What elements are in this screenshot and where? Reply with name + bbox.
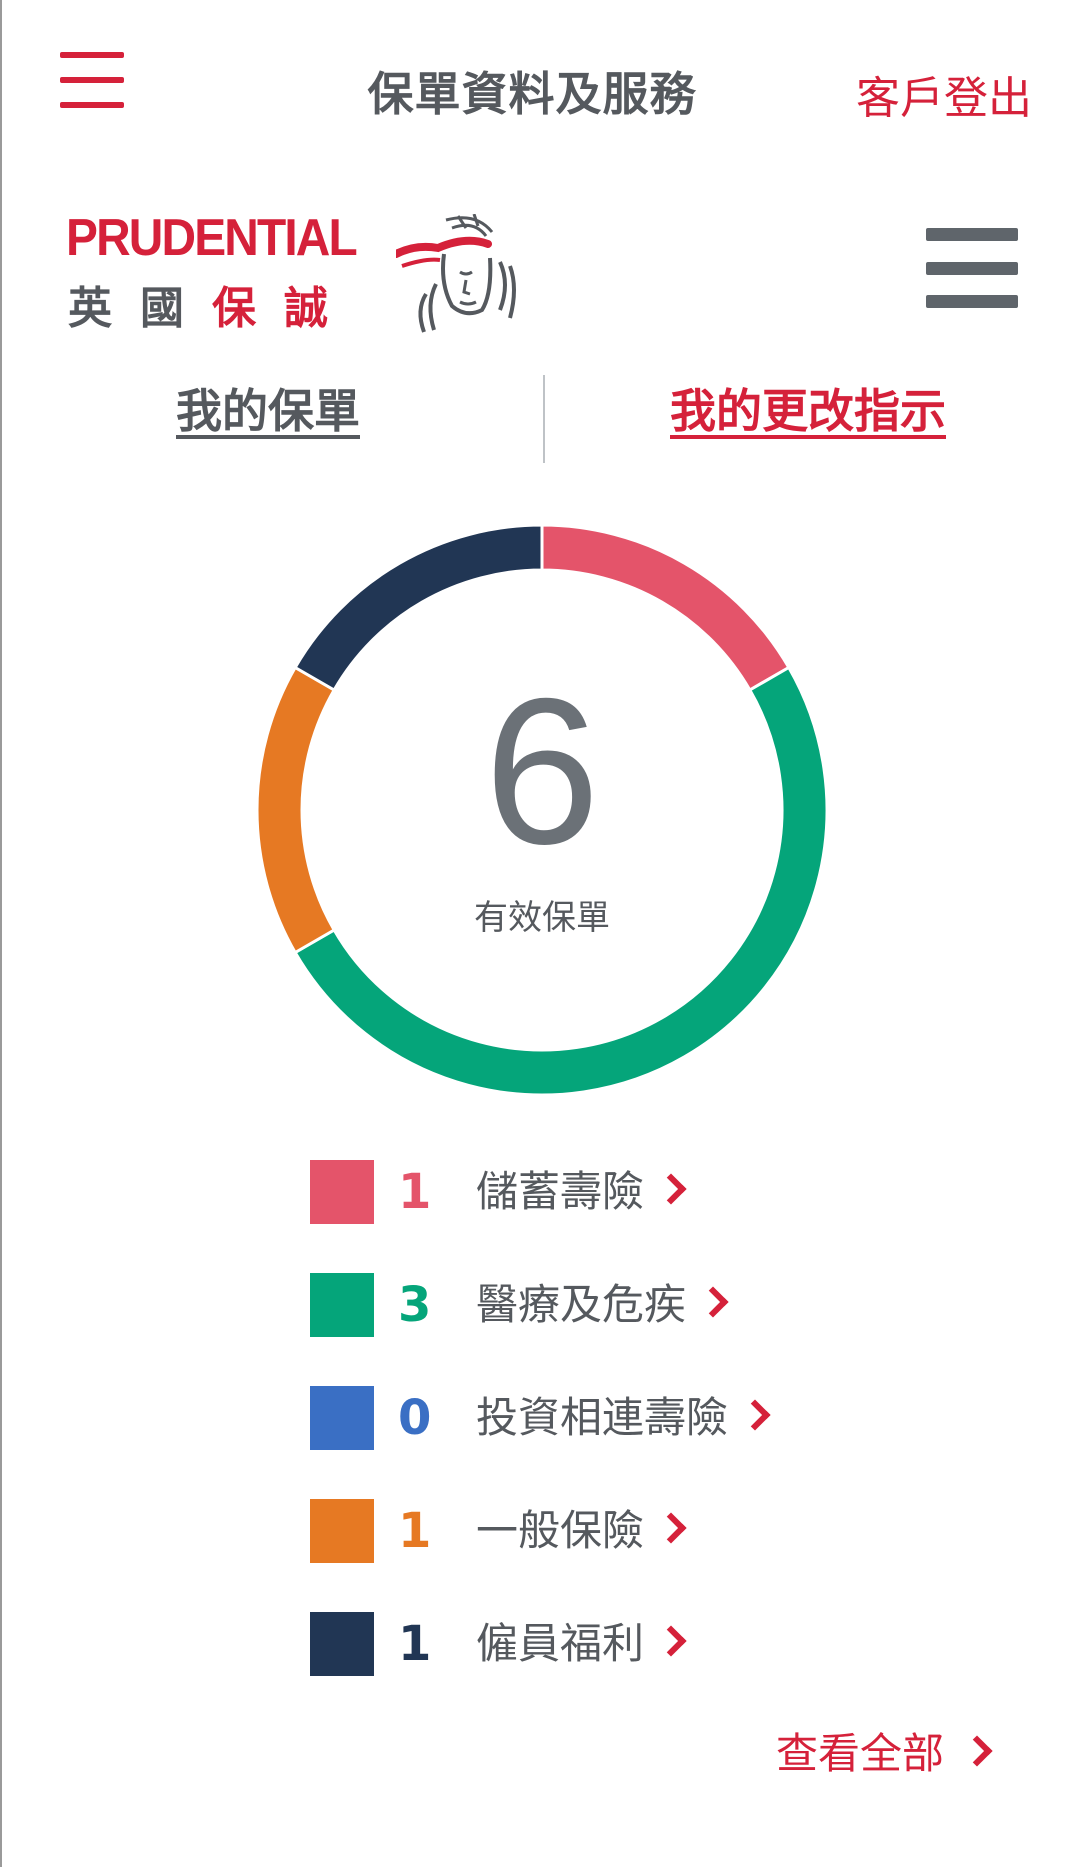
prudential-logo[interactable]: PRUDENTIAL 英國保誠 bbox=[66, 208, 536, 338]
legend-swatch bbox=[310, 1386, 374, 1450]
logout-link[interactable]: 客戶登出 bbox=[856, 62, 1032, 126]
chevron-right-icon bbox=[655, 1172, 687, 1205]
legend-item-medical[interactable]: 3 醫療及危疾 bbox=[310, 1273, 1010, 1337]
policy-donut-chart: 6 有效保單 bbox=[252, 520, 832, 1100]
legend-label-text: 醫療及危疾 bbox=[476, 1280, 687, 1329]
tab-divider bbox=[543, 375, 545, 463]
legend-item-general-insurance[interactable]: 1 一般保險 bbox=[310, 1499, 1010, 1563]
legend-label: 僱員福利 bbox=[476, 1618, 687, 1670]
menu-icon[interactable] bbox=[60, 52, 124, 108]
brand-chinese-grey: 英國 bbox=[68, 283, 212, 334]
legend-swatch bbox=[310, 1612, 374, 1676]
brand-chinese-name: 英國保誠 bbox=[68, 272, 356, 336]
legend-count: 3 bbox=[398, 1277, 432, 1333]
legend-count: 1 bbox=[398, 1616, 432, 1672]
policy-legend: 1 儲蓄壽險 3 醫療及危疾 0 投資相連壽險 1 一般保險 1 僱員福利 bbox=[310, 1160, 1010, 1725]
legend-count: 0 bbox=[398, 1390, 432, 1446]
secondary-menu-icon[interactable] bbox=[926, 228, 1018, 308]
chevron-right-icon bbox=[961, 1734, 993, 1767]
legend-label-text: 僱員福利 bbox=[476, 1619, 645, 1668]
chevron-right-icon bbox=[739, 1398, 771, 1431]
legend-item-savings[interactable]: 1 儲蓄壽險 bbox=[310, 1160, 1010, 1224]
total-policies-count: 6 bbox=[484, 656, 600, 888]
view-all-link[interactable]: 查看全部 bbox=[775, 1720, 993, 1781]
tab-bar: 我的保單 我的更改指示 bbox=[2, 375, 1080, 465]
legend-label-text: 投資相連壽險 bbox=[476, 1393, 729, 1442]
chevron-right-icon bbox=[655, 1511, 687, 1544]
legend-swatch bbox=[310, 1273, 374, 1337]
brand-name: PRUDENTIAL bbox=[66, 209, 358, 267]
chevron-right-icon bbox=[697, 1285, 729, 1318]
top-bar: 保單資料及服務 客戶登出 bbox=[2, 0, 1080, 180]
view-all-label: 查看全部 bbox=[775, 1729, 944, 1778]
tab-my-policies[interactable]: 我的保單 bbox=[176, 375, 360, 441]
tab-my-change-instructions[interactable]: 我的更改指示 bbox=[670, 375, 946, 441]
legend-swatch bbox=[310, 1499, 374, 1563]
legend-label-text: 儲蓄壽險 bbox=[476, 1167, 645, 1216]
legend-item-employee-benefits[interactable]: 1 僱員福利 bbox=[310, 1612, 1010, 1676]
lady-prudence-icon bbox=[396, 214, 516, 333]
legend-label-text: 一般保險 bbox=[476, 1506, 645, 1555]
chevron-right-icon bbox=[655, 1624, 687, 1657]
legend-swatch bbox=[310, 1160, 374, 1224]
brand-chinese-red: 保誠 bbox=[212, 283, 356, 334]
legend-count: 1 bbox=[398, 1503, 432, 1559]
legend-label: 醫療及危疾 bbox=[476, 1279, 729, 1331]
legend-count: 1 bbox=[398, 1164, 432, 1220]
legend-label: 一般保險 bbox=[476, 1505, 687, 1557]
legend-label: 投資相連壽險 bbox=[476, 1392, 771, 1444]
legend-item-investment-linked[interactable]: 0 投資相連壽險 bbox=[310, 1386, 1010, 1450]
total-policies-caption: 有效保單 bbox=[474, 898, 610, 938]
page-title: 保單資料及服務 bbox=[367, 67, 697, 121]
legend-label: 儲蓄壽險 bbox=[476, 1166, 687, 1218]
